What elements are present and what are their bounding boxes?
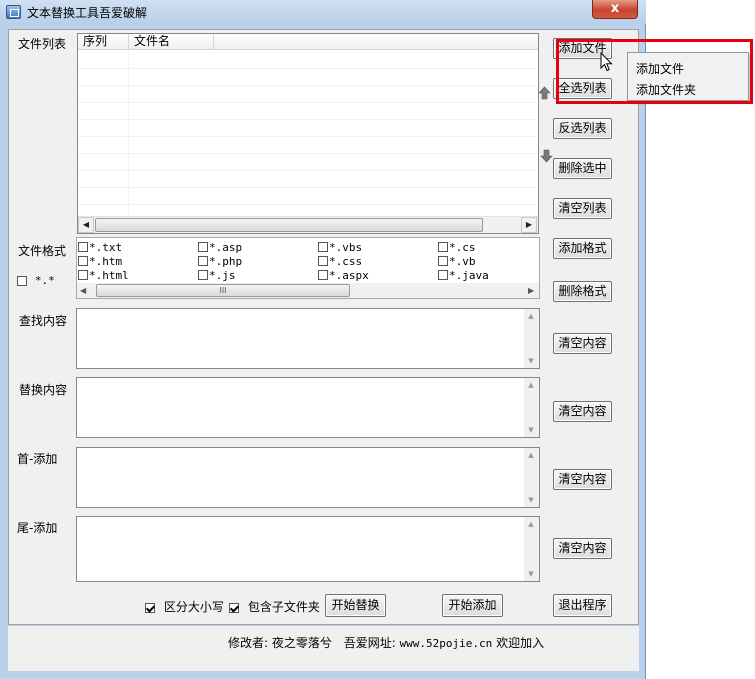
column-index[interactable]: 序列 — [78, 34, 129, 50]
format-option[interactable]: *.aspx — [318, 269, 369, 282]
format-option[interactable]: *.java — [438, 269, 489, 282]
welcome-text: 欢迎加入 — [496, 636, 545, 650]
delete-selected-button[interactable]: 删除选中 — [553, 158, 612, 179]
format-option[interactable]: *.js — [198, 269, 236, 282]
file-list-hscrollbar[interactable]: ◀ ▶ — [78, 216, 538, 233]
scroll-left-button[interactable]: ◀ — [80, 283, 86, 298]
find-textarea[interactable]: ▲ ▼ — [76, 308, 540, 369]
mouse-cursor-icon — [600, 51, 613, 72]
replace-vscrollbar[interactable]: ▲ ▼ — [524, 378, 539, 437]
start-replace-button[interactable]: 开始替换 — [325, 594, 386, 617]
scroll-left-button[interactable]: ◀ — [78, 217, 94, 233]
close-button[interactable]: x — [592, 0, 638, 19]
replace-textarea[interactable]: ▲ ▼ — [76, 377, 540, 438]
file-format-label: 文件格式 — [18, 244, 67, 258]
format-list-hscrollbar[interactable]: ◀ III ▶ — [77, 283, 539, 298]
title-bar[interactable]: 文本替换工具吾爱破解 — [0, 0, 646, 24]
format-option[interactable]: *.asp — [198, 241, 242, 254]
site-label: 吾爱网址: — [343, 636, 396, 650]
modifier-text: 修改者: 夜之零落兮 — [228, 636, 332, 650]
case-sensitive-checkbox[interactable] — [145, 602, 155, 613]
format-option[interactable]: *.cs — [438, 241, 476, 254]
format-option[interactable]: *.css — [318, 255, 362, 268]
clear-list-button[interactable]: 清空列表 — [553, 198, 612, 219]
format-option[interactable]: *.html — [78, 269, 129, 282]
site-url: www.52pojie.cn — [399, 637, 493, 650]
all-formats-checkbox[interactable] — [17, 275, 27, 286]
file-list[interactable] — [77, 33, 539, 234]
replace-label: 替换内容 — [19, 383, 68, 397]
file-list-label: 文件列表 — [18, 37, 67, 51]
prefix-label: 首-添加 — [17, 452, 58, 466]
highlight-annotation — [556, 39, 753, 104]
up-arrow-icon[interactable] — [538, 86, 551, 100]
window-title: 文本替换工具吾爱破解 — [27, 6, 148, 20]
scroll-right-button[interactable]: ▶ — [528, 283, 534, 298]
add-format-button[interactable]: 添加格式 — [553, 238, 612, 259]
format-option[interactable]: *.vb — [438, 255, 476, 268]
footer-info: 修改者: 夜之零落兮 吾爱网址: www.52pojie.cn 欢迎加入 — [228, 634, 544, 651]
scroll-thumb[interactable] — [95, 218, 483, 232]
format-option[interactable]: *.vbs — [318, 241, 362, 254]
all-formats-option[interactable]: *.* — [17, 273, 55, 287]
scroll-thumb[interactable]: III — [96, 284, 350, 297]
exit-button[interactable]: 退出程序 — [553, 594, 612, 617]
down-arrow-icon[interactable] — [540, 149, 553, 163]
scroll-right-button[interactable]: ▶ — [521, 217, 537, 233]
clear-suffix-button[interactable]: 清空内容 — [553, 538, 612, 559]
app-icon — [6, 5, 21, 19]
clear-prefix-button[interactable]: 清空内容 — [553, 469, 612, 490]
start-add-button[interactable]: 开始添加 — [442, 594, 503, 617]
include-subfolders-option[interactable]: 包含子文件夹 — [229, 598, 320, 615]
clear-find-button[interactable]: 清空内容 — [553, 333, 612, 354]
file-list-header: 序列 文件名 — [78, 34, 538, 50]
clear-replace-button[interactable]: 清空内容 — [553, 401, 612, 422]
format-option[interactable]: *.txt — [78, 241, 122, 254]
find-vscrollbar[interactable]: ▲ ▼ — [524, 309, 539, 368]
suffix-vscrollbar[interactable]: ▲ ▼ — [524, 517, 539, 581]
find-label: 查找内容 — [19, 314, 68, 328]
prefix-vscrollbar[interactable]: ▲ ▼ — [524, 448, 539, 507]
include-subfolders-checkbox[interactable] — [229, 602, 239, 613]
format-list: *.txt *.asp *.vbs *.cs *.htm *.php *.css… — [76, 237, 540, 299]
format-option[interactable]: *.php — [198, 255, 242, 268]
invert-selection-button[interactable]: 反选列表 — [553, 118, 612, 139]
prefix-textarea[interactable]: ▲ ▼ — [76, 447, 540, 508]
case-sensitive-option[interactable]: 区分大小写 — [145, 598, 224, 615]
suffix-label: 尾-添加 — [17, 521, 58, 535]
file-list-rows — [78, 51, 538, 217]
suffix-textarea[interactable]: ▲ ▼ — [76, 516, 540, 582]
format-option[interactable]: *.htm — [78, 255, 122, 268]
column-filename[interactable]: 文件名 — [129, 34, 214, 50]
delete-format-button[interactable]: 删除格式 — [553, 281, 612, 302]
